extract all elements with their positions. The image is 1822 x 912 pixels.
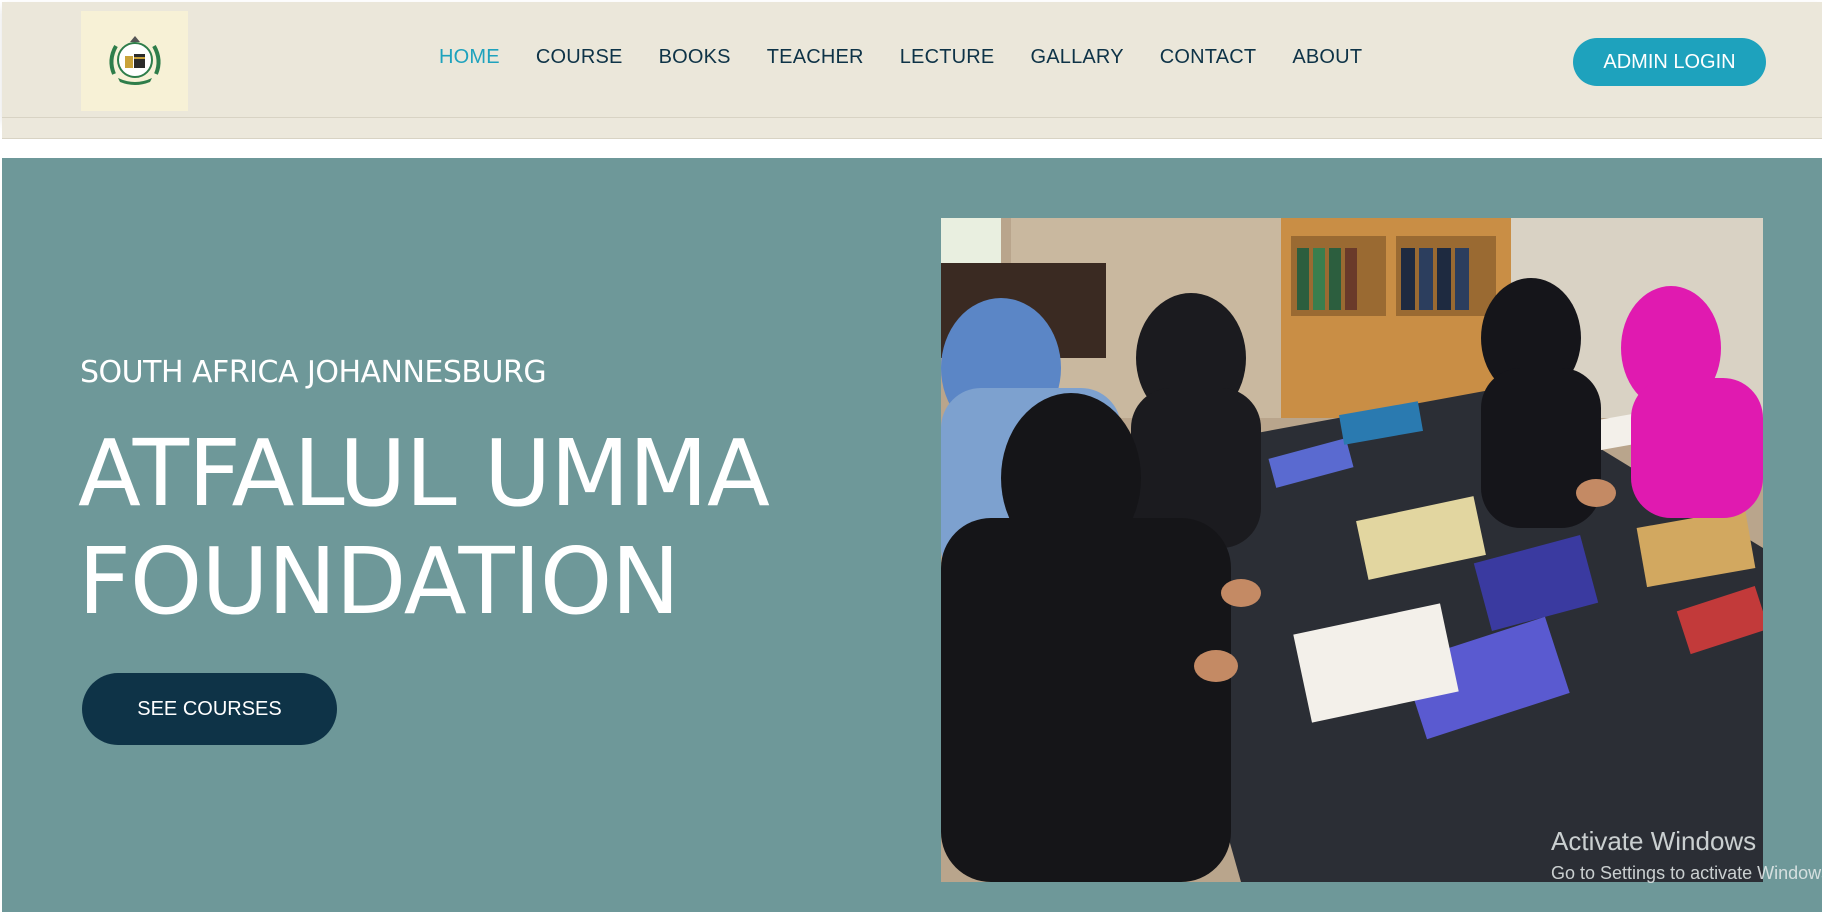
top-navbar: HOME COURSE BOOKS TEACHER LECTURE GALLAR… — [2, 2, 1822, 117]
nav-gallary-link[interactable]: GALLARY — [1030, 46, 1123, 69]
hero-title-line2: FOUNDATION — [78, 528, 680, 635]
hero-title-line1: ATFALUL UMMA — [78, 420, 770, 527]
nav-teacher-link[interactable]: TEACHER — [767, 46, 864, 69]
nav-books-link[interactable]: BOOKS — [659, 46, 731, 69]
nav-contact-link[interactable]: CONTACT — [1160, 46, 1257, 69]
main-nav: HOME COURSE BOOKS TEACHER LECTURE GALLAR… — [439, 46, 1398, 69]
admin-login-button[interactable]: ADMIN LOGIN — [1573, 38, 1766, 86]
see-courses-button[interactable]: SEE COURSES — [82, 673, 337, 745]
logo[interactable] — [81, 11, 188, 111]
nav-about-link[interactable]: ABOUT — [1292, 46, 1362, 69]
nav-home-link[interactable]: HOME — [439, 46, 500, 69]
watermark-line1: Activate Windows — [1551, 826, 1757, 856]
hero-title: ATFALUL UMMA FOUNDATION — [78, 420, 878, 636]
windows-activation-watermark: Activate Windows Go to Settings to activ… — [1551, 826, 1822, 884]
nav-lecture-link[interactable]: LECTURE — [900, 46, 995, 69]
watermark-line2: Go to Settings to activate Windows. — [1551, 863, 1822, 883]
foundation-emblem-icon — [108, 36, 161, 85]
hero-photo — [941, 218, 1763, 882]
header-divider-strip — [2, 117, 1822, 139]
hero-subtitle: SOUTH AFRICA JOHANNESBURG — [80, 355, 547, 390]
students-studying-image — [941, 218, 1763, 882]
nav-course-link[interactable]: COURSE — [536, 46, 623, 69]
